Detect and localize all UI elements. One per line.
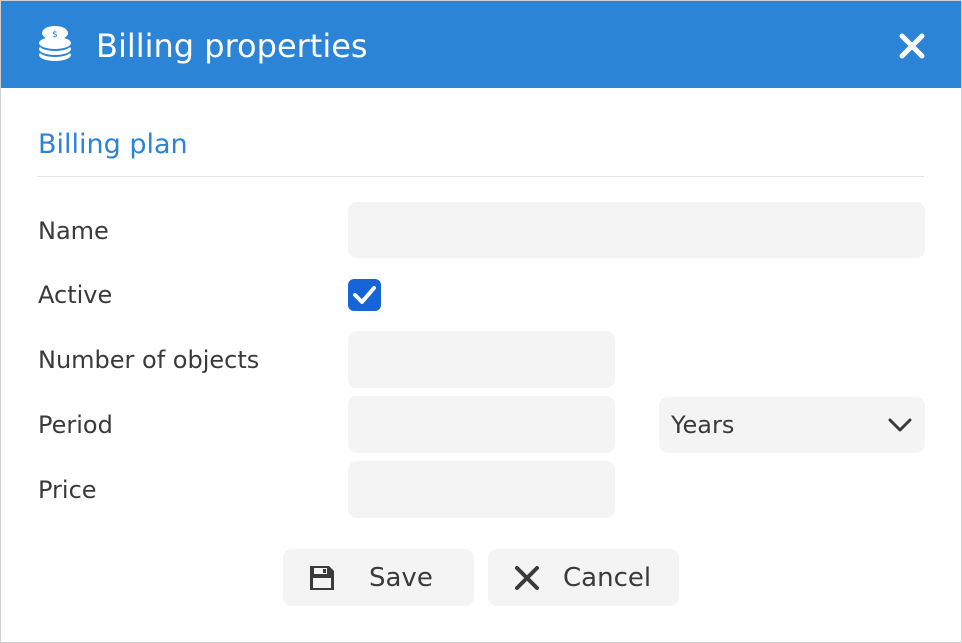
dialog-titlebar: $ Billing properties: [1, 1, 961, 88]
active-label: Active: [38, 281, 113, 309]
name-input[interactable]: [348, 202, 925, 258]
chevron-down-icon: [888, 418, 912, 432]
billing-properties-dialog: $ Billing properties Billing plan Name A…: [0, 0, 962, 643]
section-divider: [37, 176, 924, 177]
cancel-button[interactable]: Cancel: [488, 549, 679, 606]
close-icon: [515, 566, 539, 590]
coins-icon: $: [39, 26, 71, 61]
close-icon[interactable]: [895, 29, 929, 63]
period-unit-select[interactable]: Years: [659, 397, 925, 453]
floppy-disk-icon: [310, 566, 334, 590]
objects-input[interactable]: [348, 331, 615, 388]
checkmark-icon: [353, 286, 376, 304]
name-label: Name: [38, 217, 109, 245]
period-unit-value: Years: [671, 411, 735, 439]
cancel-button-label: Cancel: [563, 563, 652, 593]
svg-text:$: $: [52, 30, 58, 40]
save-button[interactable]: Save: [283, 549, 474, 606]
period-input[interactable]: [348, 396, 615, 453]
price-input[interactable]: [348, 461, 615, 518]
dialog-title: Billing properties: [96, 27, 368, 65]
active-checkbox[interactable]: [348, 279, 381, 311]
period-label: Period: [38, 411, 113, 439]
section-title: Billing plan: [38, 129, 188, 160]
objects-label: Number of objects: [38, 346, 260, 374]
price-label: Price: [38, 476, 97, 504]
save-button-label: Save: [369, 563, 433, 593]
